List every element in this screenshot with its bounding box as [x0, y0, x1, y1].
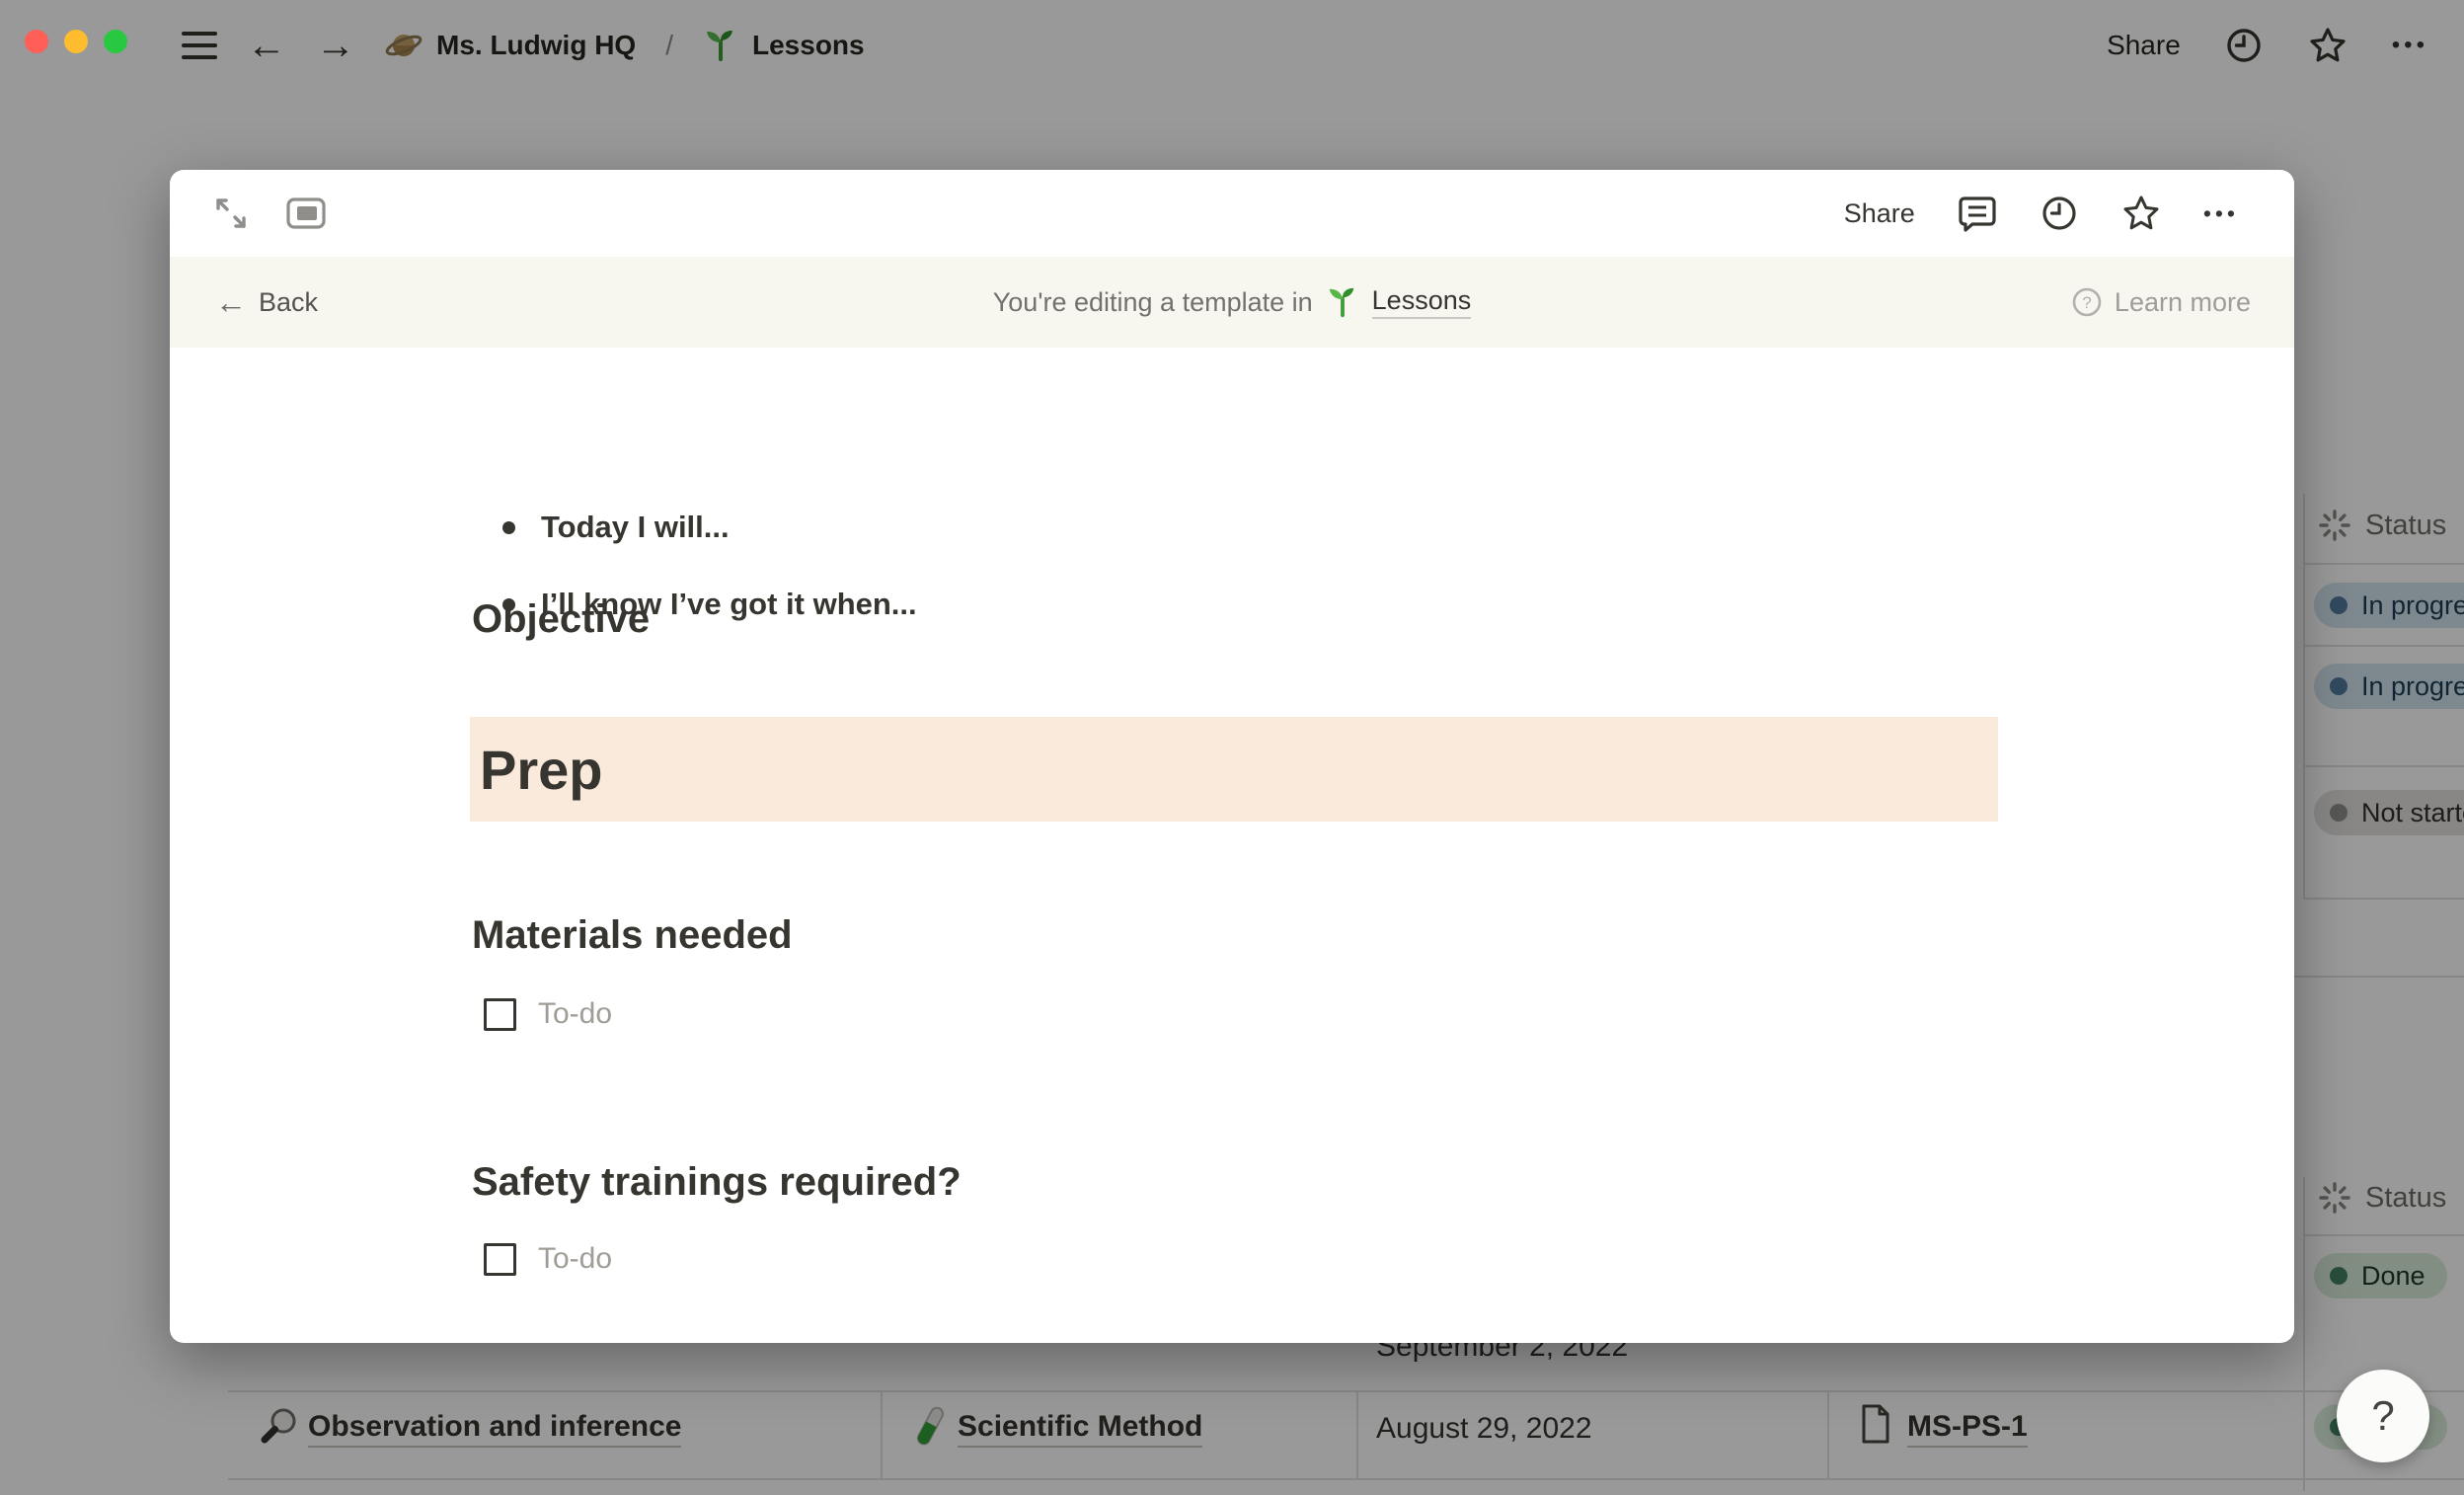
modal-header-right: Share ••• [1844, 170, 2239, 257]
share-button[interactable]: Share [1844, 198, 1915, 229]
prep-heading-highlight[interactable]: Prep [470, 717, 1998, 822]
side-peek-icon[interactable] [286, 197, 326, 229]
bullet-dot [502, 598, 515, 611]
todo-placeholder[interactable]: To-do [538, 997, 612, 1031]
favorite-star-icon[interactable] [2120, 193, 2162, 234]
modal-header-left [213, 170, 326, 257]
zoom-window-button[interactable] [104, 30, 127, 53]
template-editor-modal: Share ••• ← Ba [170, 170, 2294, 1343]
template-banner: ← Back You're editing a template in Less… [170, 257, 2294, 348]
help-button[interactable]: ? [2337, 1370, 2429, 1462]
expand-icon[interactable] [213, 196, 249, 231]
bulleted-list-item[interactable]: Today I will... [502, 510, 730, 545]
todo-placeholder[interactable]: To-do [538, 1242, 612, 1276]
modal-header: Share ••• [170, 170, 2294, 257]
bullet-dot [502, 521, 515, 534]
updates-clock-icon[interactable] [2040, 194, 2079, 233]
minimize-window-button[interactable] [64, 30, 88, 53]
more-options-icon[interactable]: ••• [2203, 200, 2239, 227]
bulleted-list-item[interactable]: I’ll know I’ve got it when... [502, 587, 917, 622]
close-window-button[interactable] [25, 30, 48, 53]
todo-item: To-do [484, 997, 612, 1031]
todo-checkbox[interactable] [484, 1243, 516, 1276]
comments-icon[interactable] [1957, 193, 1998, 234]
banner-message: You're editing a template in Lessons [170, 285, 2294, 319]
todo-checkbox[interactable] [484, 998, 516, 1031]
svg-text:?: ? [2082, 293, 2091, 312]
learn-more-link[interactable]: ? Learn more [2071, 286, 2251, 318]
window-controls [25, 30, 127, 53]
todo-item: To-do [484, 1242, 612, 1276]
seedling-icon [1326, 285, 1359, 319]
safety-heading[interactable]: Safety trainings required? [472, 1160, 962, 1205]
help-circle-icon: ? [2071, 286, 2103, 318]
app-window: ← → Ms. Ludwig HQ / [0, 0, 2464, 1495]
prep-heading: Prep [470, 738, 603, 802]
materials-heading[interactable]: Materials needed [472, 913, 793, 958]
template-parent-link[interactable]: Lessons [1372, 285, 1472, 319]
